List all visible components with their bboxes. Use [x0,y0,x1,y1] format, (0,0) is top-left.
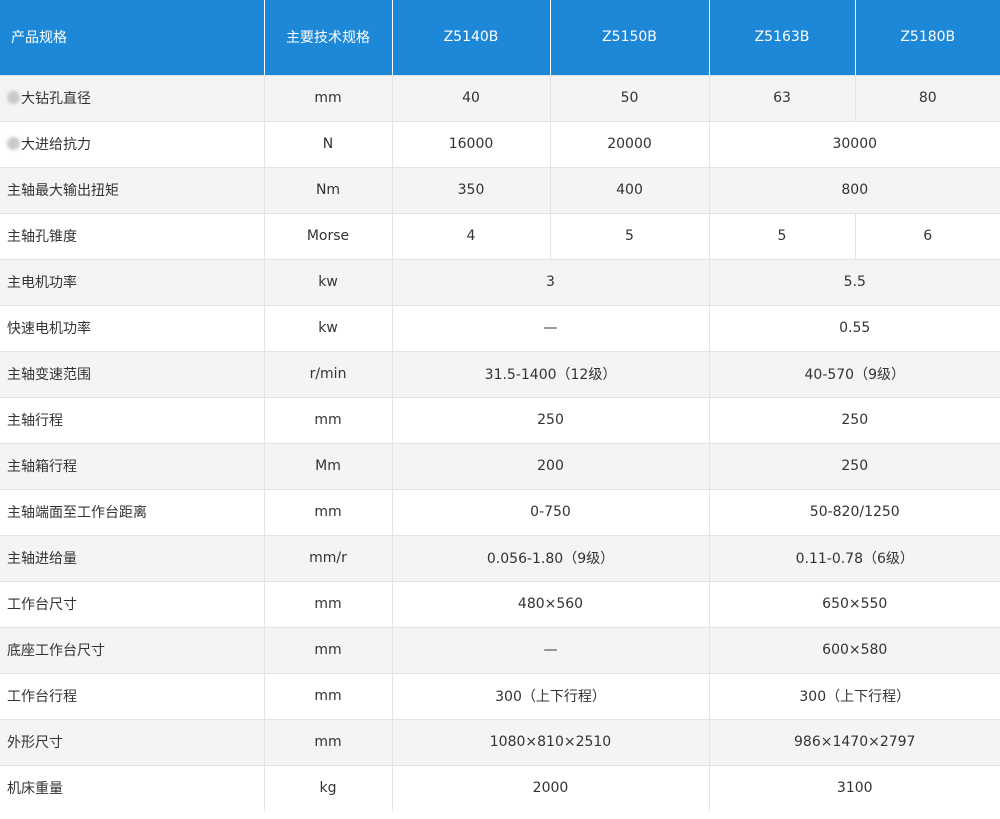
row-label: 机床重量 [0,764,264,811]
cell-value: 5.5 [708,258,1000,305]
row-unit: mm [263,580,392,627]
cell-value: 50-820/1250 [708,488,1000,535]
table-row: 主轴行程 mm 250 250 [0,396,1000,443]
table-row: 主轴最大输出扭矩 Nm 350 400 800 [0,166,1000,213]
table-row: 主轴变速范围 r/min 31.5-1400（12级） 40-570（9级） [0,350,1000,397]
row-unit: mm [263,672,392,719]
row-unit: mm [263,626,392,673]
cell-value: 350 [391,166,550,213]
row-label: 工作台尺寸 [0,580,264,627]
cell-value: 300（上下行程） [708,672,1000,719]
table-row: 底座工作台尺寸 mm — 600×580 [0,626,1000,673]
row-unit: kw [263,304,392,351]
header-main-spec: 主要技术规格 [263,0,392,75]
cell-value: 400 [549,166,709,213]
row-unit: mm/r [263,534,392,581]
table-row: 主电机功率 kw 3 5.5 [0,258,1000,305]
header-row: 产品规格 主要技术规格 Z5140B Z5150B Z5163B Z5180B [0,0,1000,75]
row-label: 主轴行程 [0,396,264,443]
cell-value: 986×1470×2797 [708,718,1000,765]
row-label: 主轴端面至工作台距离 [0,488,264,535]
cell-value: 50 [549,74,709,121]
cell-value: 5 [708,212,855,259]
table-row: 工作台行程 mm 300（上下行程） 300（上下行程） [0,672,1000,719]
row-unit: kw [263,258,392,305]
cell-value: 0.55 [708,304,1000,351]
cell-value: 250 [708,442,1000,489]
cell-value: 3 [391,258,709,305]
cell-value: 5 [549,212,709,259]
row-label: 主轴箱行程 [0,442,264,489]
table-row: 大进给抗力 N 16000 20000 30000 [0,120,1000,167]
row-unit: N [263,120,392,167]
row-label: 快速电机功率 [0,304,264,351]
cell-value: 6 [854,212,1000,259]
table-row: 主轴孔锥度 Morse 4 5 5 6 [0,212,1000,259]
header-product-spec: 产品规格 [0,0,264,75]
cell-value: 600×580 [708,626,1000,673]
row-unit: mm [263,396,392,443]
cell-value: 40-570（9级） [708,350,1000,397]
cell-value: 3100 [708,764,1000,811]
cell-value: 0.056-1.80（9级） [391,534,709,581]
table-row: 主轴进给量 mm/r 0.056-1.80（9级） 0.11-0.78（6级） [0,534,1000,581]
row-label: 主电机功率 [0,258,264,305]
row-unit: mm [263,488,392,535]
row-label: 大进给抗力 [0,120,264,167]
header-model-z5163b: Z5163B [708,0,855,75]
row-label: 工作台行程 [0,672,264,719]
table-row: 外形尺寸 mm 1080×810×2510 986×1470×2797 [0,718,1000,765]
cell-value: — [391,626,709,673]
cell-value: 0.11-0.78（6级） [708,534,1000,581]
row-label: 主轴孔锥度 [0,212,264,259]
row-label: 主轴最大输出扭矩 [0,166,264,213]
spec-table: 产品规格 主要技术规格 Z5140B Z5150B Z5163B Z5180B … [0,0,1000,811]
cell-value: 31.5-1400（12级） [391,350,709,397]
row-label: 主轴变速范围 [0,350,264,397]
cell-value: 250 [391,396,709,443]
cell-value: 480×560 [391,580,709,627]
cell-value: 1080×810×2510 [391,718,709,765]
cell-value: — [391,304,709,351]
cell-value: 2000 [391,764,709,811]
cell-value: 0-750 [391,488,709,535]
cell-value: 200 [391,442,709,489]
cell-value: 40 [391,74,550,121]
cell-value: 80 [854,74,1000,121]
cell-value: 30000 [708,120,1000,167]
row-label: 主轴进给量 [0,534,264,581]
cell-value: 16000 [391,120,550,167]
row-unit: Morse [263,212,392,259]
blurred-glyph [7,137,20,150]
header-model-z5150b: Z5150B [549,0,709,75]
row-label: 底座工作台尺寸 [0,626,264,673]
row-unit: Mm [263,442,392,489]
row-unit: Nm [263,166,392,213]
row-unit: mm [263,718,392,765]
cell-value: 20000 [549,120,709,167]
header-model-z5180b: Z5180B [854,0,1000,75]
cell-value: 300（上下行程） [391,672,709,719]
row-label: 大钻孔直径 [0,74,264,121]
row-unit: r/min [263,350,392,397]
header-model-z5140b: Z5140B [391,0,550,75]
table-row: 主轴箱行程 Mm 200 250 [0,442,1000,489]
row-unit: kg [263,764,392,811]
table-row: 机床重量 kg 2000 3100 [0,764,1000,811]
table-row: 主轴端面至工作台距离 mm 0-750 50-820/1250 [0,488,1000,535]
cell-value: 4 [391,212,550,259]
row-label: 外形尺寸 [0,718,264,765]
table-row: 快速电机功率 kw — 0.55 [0,304,1000,351]
cell-value: 63 [708,74,855,121]
cell-value: 650×550 [708,580,1000,627]
cell-value: 250 [708,396,1000,443]
row-unit: mm [263,74,392,121]
table-row: 工作台尺寸 mm 480×560 650×550 [0,580,1000,627]
cell-value: 800 [708,166,1000,213]
blurred-glyph [7,91,20,104]
table-row: 大钻孔直径 mm 40 50 63 80 [0,74,1000,121]
